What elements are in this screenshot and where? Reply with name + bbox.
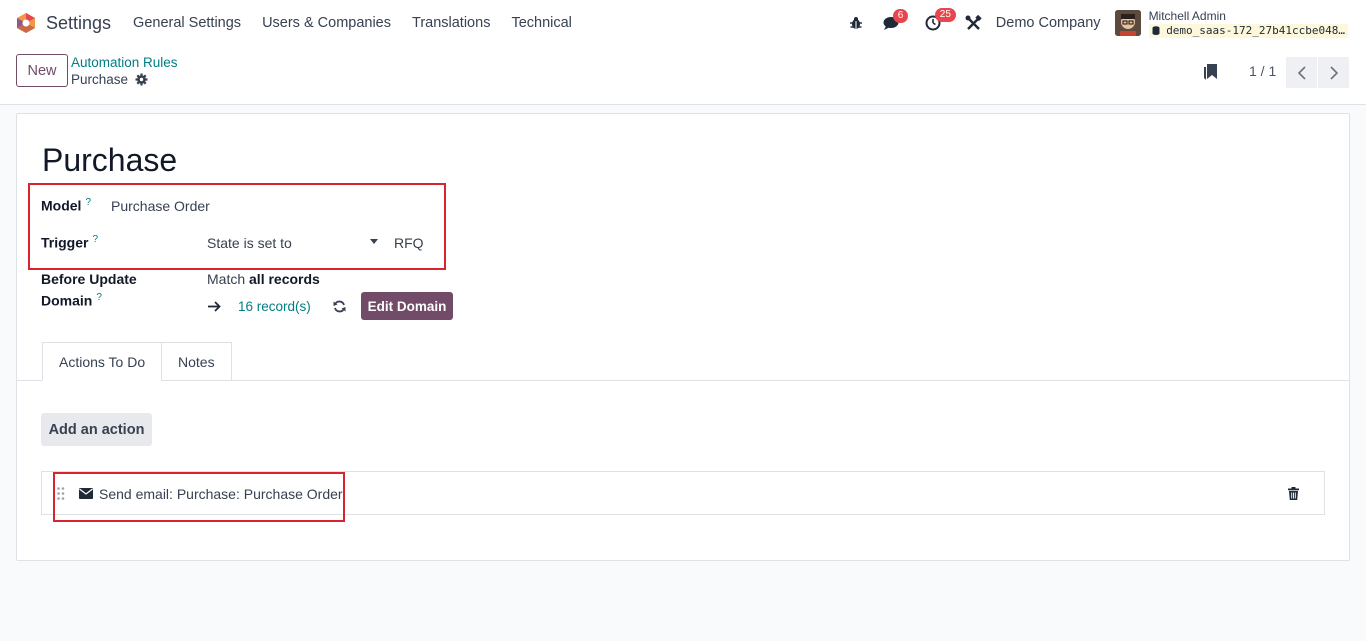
new-button[interactable]: New bbox=[16, 54, 68, 87]
odoo-logo-icon bbox=[17, 13, 35, 33]
trash-icon[interactable] bbox=[1288, 487, 1299, 500]
add-action-button[interactable]: Add an action bbox=[41, 413, 152, 446]
database-name: demo_saas-172_27b41ccbe048… bbox=[1148, 23, 1348, 38]
domain-match-text: Match all records bbox=[207, 271, 320, 287]
bug-icon[interactable] bbox=[849, 16, 863, 30]
menu-general-settings[interactable]: General Settings bbox=[133, 15, 241, 31]
top-navbar: Settings General Settings Users & Compan… bbox=[0, 0, 1366, 46]
gear-icon[interactable] bbox=[135, 73, 148, 86]
edit-domain-button[interactable]: Edit Domain bbox=[361, 292, 453, 320]
breadcrumb-automation-rules[interactable]: Automation Rules bbox=[71, 55, 178, 70]
user-menu[interactable]: Mitchell Admin demo_saas-172_27b41ccbe04… bbox=[1148, 8, 1348, 38]
domain-match-prefix: Match bbox=[207, 271, 246, 287]
domain-label-line1: Before Update bbox=[41, 271, 137, 287]
database-icon bbox=[1152, 25, 1160, 35]
menu-technical[interactable]: Technical bbox=[511, 15, 571, 31]
navbar-systray: 6 25 Demo Company Mitchell Admin demo_sa… bbox=[833, 0, 1348, 46]
breadcrumb-current: Purchase bbox=[71, 72, 148, 87]
bookmark-icon[interactable] bbox=[1203, 63, 1219, 81]
domain-label-line2: Domain? bbox=[41, 292, 102, 309]
company-switcher[interactable]: Demo Company bbox=[996, 15, 1101, 31]
refresh-icon[interactable] bbox=[333, 300, 346, 313]
chevron-right-icon bbox=[1329, 65, 1338, 80]
pager-previous-button[interactable] bbox=[1286, 57, 1317, 88]
model-label-text: Model bbox=[41, 197, 82, 214]
activities-clock-icon[interactable]: 25 bbox=[925, 8, 956, 31]
record-title[interactable]: Purchase bbox=[42, 142, 177, 179]
tab-actions-to-do[interactable]: Actions To Do bbox=[42, 342, 163, 381]
trigger-label: Trigger? bbox=[41, 234, 98, 251]
pager-next-button[interactable] bbox=[1318, 57, 1349, 88]
breadcrumb-current-label: Purchase bbox=[71, 72, 129, 87]
database-label: demo_saas-172_27b41ccbe048… bbox=[1166, 23, 1345, 37]
caret-down-icon[interactable] bbox=[370, 239, 378, 244]
arrow-right-icon bbox=[208, 301, 221, 312]
trigger-help-icon[interactable]: ? bbox=[92, 234, 98, 245]
app-brand[interactable]: Settings bbox=[16, 12, 111, 34]
trigger-label-text: Trigger bbox=[41, 234, 89, 251]
domain-label-text: Domain bbox=[41, 292, 93, 309]
model-label: Model? bbox=[41, 197, 91, 214]
trigger-state-field[interactable]: RFQ bbox=[394, 235, 424, 251]
tools-icon[interactable] bbox=[965, 14, 982, 32]
model-field[interactable]: Purchase Order bbox=[111, 198, 210, 214]
app-name: Settings bbox=[46, 12, 112, 33]
trigger-select[interactable]: State is set to bbox=[207, 235, 292, 251]
menu-users-companies[interactable]: Users & Companies bbox=[262, 15, 391, 31]
user-name: Mitchell Admin bbox=[1148, 8, 1226, 23]
domain-match-value: all records bbox=[249, 271, 320, 287]
messages-badge: 6 bbox=[892, 8, 909, 23]
domain-records-link[interactable]: 16 record(s) bbox=[238, 299, 311, 314]
domain-help-icon[interactable]: ? bbox=[96, 292, 102, 303]
chevron-left-icon bbox=[1297, 65, 1306, 80]
pager-value[interactable]: 1 / 1 bbox=[1249, 63, 1276, 79]
user-avatar[interactable] bbox=[1114, 10, 1141, 36]
messages-icon[interactable]: 6 bbox=[883, 8, 909, 31]
highlight-action-row bbox=[53, 472, 345, 522]
control-panel: New Automation Rules Purchase 1 / 1 bbox=[0, 46, 1366, 105]
model-help-icon[interactable]: ? bbox=[85, 197, 91, 208]
tab-notes[interactable]: Notes bbox=[161, 342, 232, 381]
main-menu: General Settings Users & Companies Trans… bbox=[133, 15, 593, 31]
menu-translations[interactable]: Translations bbox=[412, 15, 490, 31]
activities-badge: 25 bbox=[934, 8, 956, 22]
